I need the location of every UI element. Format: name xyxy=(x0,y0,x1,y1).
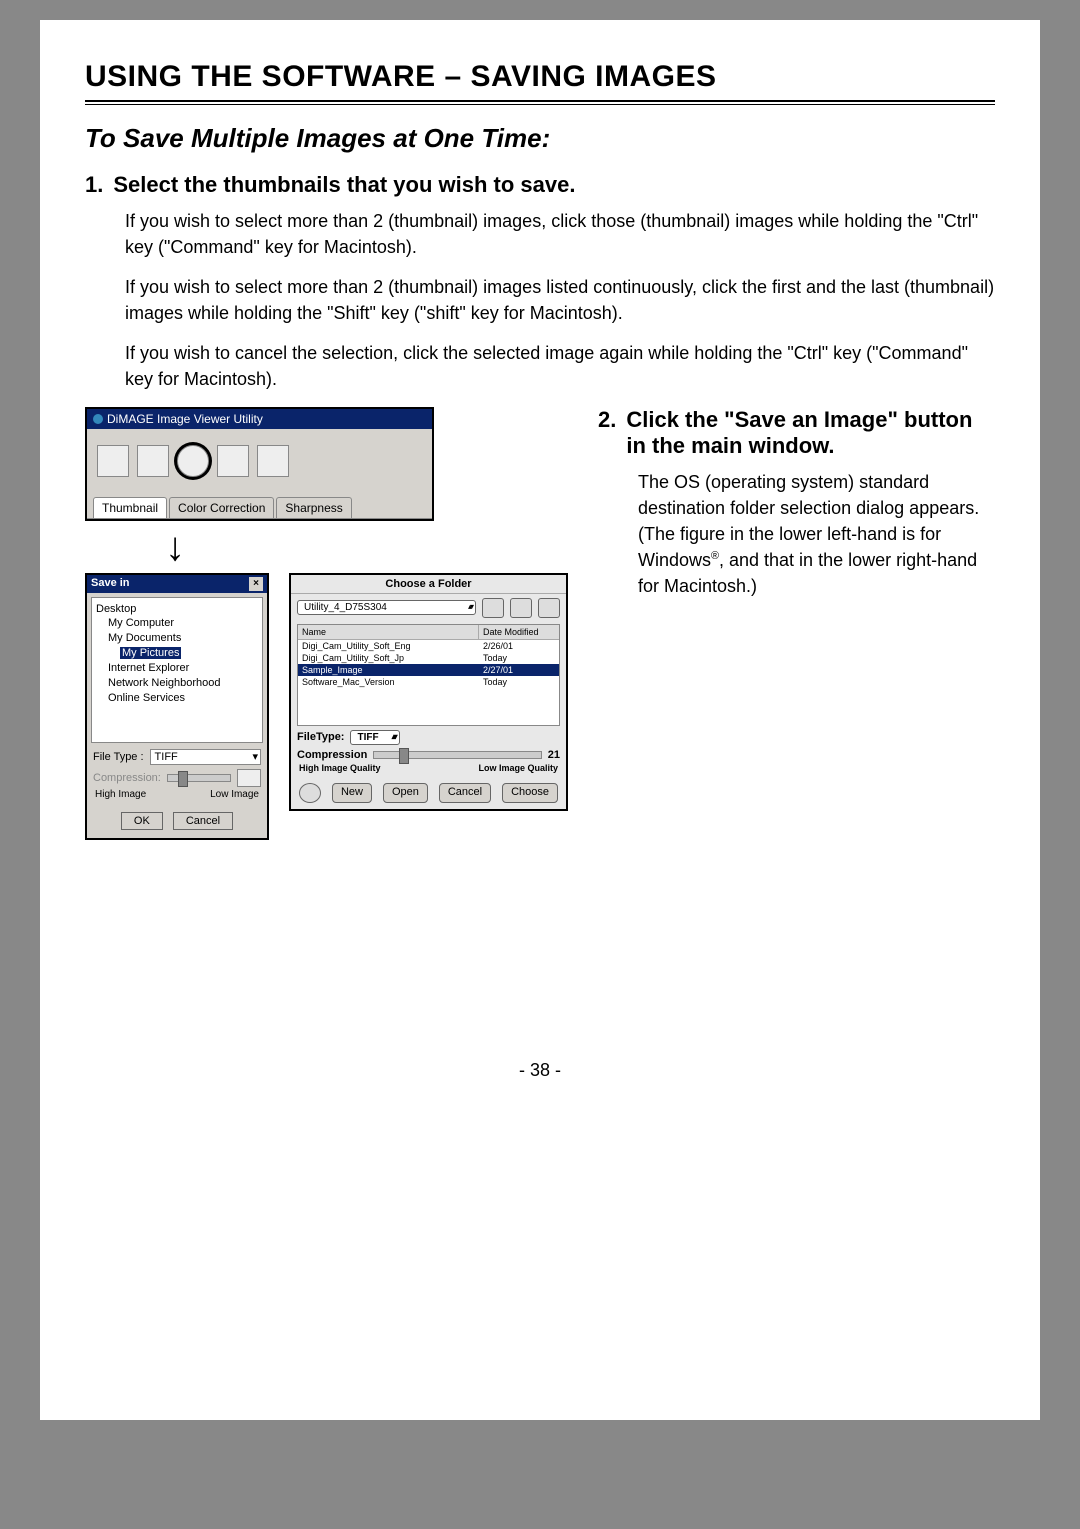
mac-compression-label: Compression xyxy=(297,749,367,761)
app-title-text: DiMAGE Image Viewer Utility xyxy=(107,412,263,426)
step1-p1: If you wish to select more than 2 (thumb… xyxy=(125,208,995,260)
compression-label: Compression: xyxy=(93,772,161,784)
windows-save-dialog: Save in × Desktop My Computer My Documen… xyxy=(85,573,269,840)
col-name: Name xyxy=(298,625,479,639)
tree-mycomputer[interactable]: My Computer xyxy=(96,616,258,631)
toolbar-btn-2[interactable] xyxy=(137,445,169,477)
step2-title: Click the "Save an Image" button in the … xyxy=(626,407,995,459)
page-title: USING THE SOFTWARE – SAVING IMAGES xyxy=(85,60,995,94)
mac-dialog-title: Choose a Folder xyxy=(291,575,566,594)
toolbar-btn-5[interactable] xyxy=(257,445,289,477)
tab-color-correction[interactable]: Color Correction xyxy=(169,497,274,518)
mac-filetype-popup[interactable]: TIFF xyxy=(350,730,399,745)
mac-nav-btn1[interactable] xyxy=(482,598,504,618)
ok-button[interactable]: OK xyxy=(121,812,163,830)
new-button[interactable]: New xyxy=(332,783,372,803)
mac-nav-btn2[interactable] xyxy=(510,598,532,618)
mac-choose-folder-dialog: Choose a Folder Utility_4_D75S304 Name D… xyxy=(289,573,568,811)
filetype-dropdown[interactable]: TIFF xyxy=(150,749,261,765)
save-image-button[interactable] xyxy=(177,445,209,477)
mac-lo-quality: Low Image Quality xyxy=(478,763,558,773)
manual-page: USING THE SOFTWARE – SAVING IMAGES To Sa… xyxy=(40,20,1040,1420)
tab-sharpness[interactable]: Sharpness xyxy=(276,497,351,518)
page-number: - 38 - xyxy=(85,1060,995,1081)
close-icon[interactable]: × xyxy=(249,577,263,591)
folder-tree[interactable]: Desktop My Computer My Documents My Pict… xyxy=(91,597,263,743)
app-icon xyxy=(93,414,103,424)
compression-value-box xyxy=(237,769,261,787)
tree-desktop[interactable]: Desktop xyxy=(96,602,258,617)
list-item[interactable]: Sample_Image xyxy=(298,664,479,676)
win-dialog-title: Save in xyxy=(91,577,130,591)
tree-mypics[interactable]: My Pictures xyxy=(120,647,181,659)
app-titlebar: DiMAGE Image Viewer Utility xyxy=(87,409,432,429)
compression-slider[interactable] xyxy=(167,774,231,782)
app-tabs: Thumbnail Color Correction Sharpness xyxy=(87,497,432,518)
app-toolbar xyxy=(87,429,432,493)
app-window: DiMAGE Image Viewer Utility Thumbnail Co… xyxy=(85,407,434,521)
mac-nav-btn3[interactable] xyxy=(538,598,560,618)
low-image-label: Low Image xyxy=(210,789,259,800)
col-date: Date Modified xyxy=(479,625,559,639)
step1-num: 1. xyxy=(85,172,103,198)
step1-heading: 1. Select the thumbnails that you wish t… xyxy=(85,172,995,198)
tree-online[interactable]: Online Services xyxy=(96,691,258,706)
mac-cancel-button[interactable]: Cancel xyxy=(439,783,491,803)
toolbar-btn-1[interactable] xyxy=(97,445,129,477)
tree-mydocs[interactable]: My Documents xyxy=(96,631,258,646)
list-item[interactable]: Digi_Cam_Utility_Soft_Eng xyxy=(298,640,479,652)
mac-compression-slider[interactable] xyxy=(373,751,541,759)
tab-thumbnail[interactable]: Thumbnail xyxy=(93,497,167,518)
mac-hi-quality: High Image Quality xyxy=(299,763,381,773)
step1-p3: If you wish to cancel the selection, cli… xyxy=(125,340,995,392)
tree-ie[interactable]: Internet Explorer xyxy=(96,661,258,676)
step1-p2: If you wish to select more than 2 (thumb… xyxy=(125,274,995,326)
win-dialog-titlebar: Save in × xyxy=(87,575,267,593)
open-button[interactable]: Open xyxy=(383,783,428,803)
tree-netnbr[interactable]: Network Neighborhood xyxy=(96,676,258,691)
choose-button[interactable]: Choose xyxy=(502,783,558,803)
mac-compression-value: 21 xyxy=(548,749,560,761)
toolbar-btn-4[interactable] xyxy=(217,445,249,477)
filetype-label: File Type : xyxy=(93,751,144,763)
section-title: To Save Multiple Images at One Time: xyxy=(85,123,995,154)
mac-folder-popup[interactable]: Utility_4_D75S304 xyxy=(297,600,476,615)
mac-filetype-label: FileType: xyxy=(297,731,344,743)
step2-num: 2. xyxy=(598,407,616,459)
list-item[interactable]: Digi_Cam_Utility_Soft_Jp xyxy=(298,652,479,664)
mac-help-icon[interactable] xyxy=(299,783,321,803)
high-image-label: High Image xyxy=(95,789,146,800)
list-item[interactable]: Software_Mac_Version xyxy=(298,676,479,688)
cancel-button[interactable]: Cancel xyxy=(173,812,233,830)
step2-p1: The OS (operating system) standard desti… xyxy=(638,469,995,599)
step2-heading: 2. Click the "Save an Image" button in t… xyxy=(598,407,995,459)
mac-folder-list[interactable]: Name Date Modified Digi_Cam_Utility_Soft… xyxy=(297,624,560,726)
arrow-down-icon: ↓ xyxy=(165,527,568,567)
step1-title: Select the thumbnails that you wish to s… xyxy=(113,172,575,198)
